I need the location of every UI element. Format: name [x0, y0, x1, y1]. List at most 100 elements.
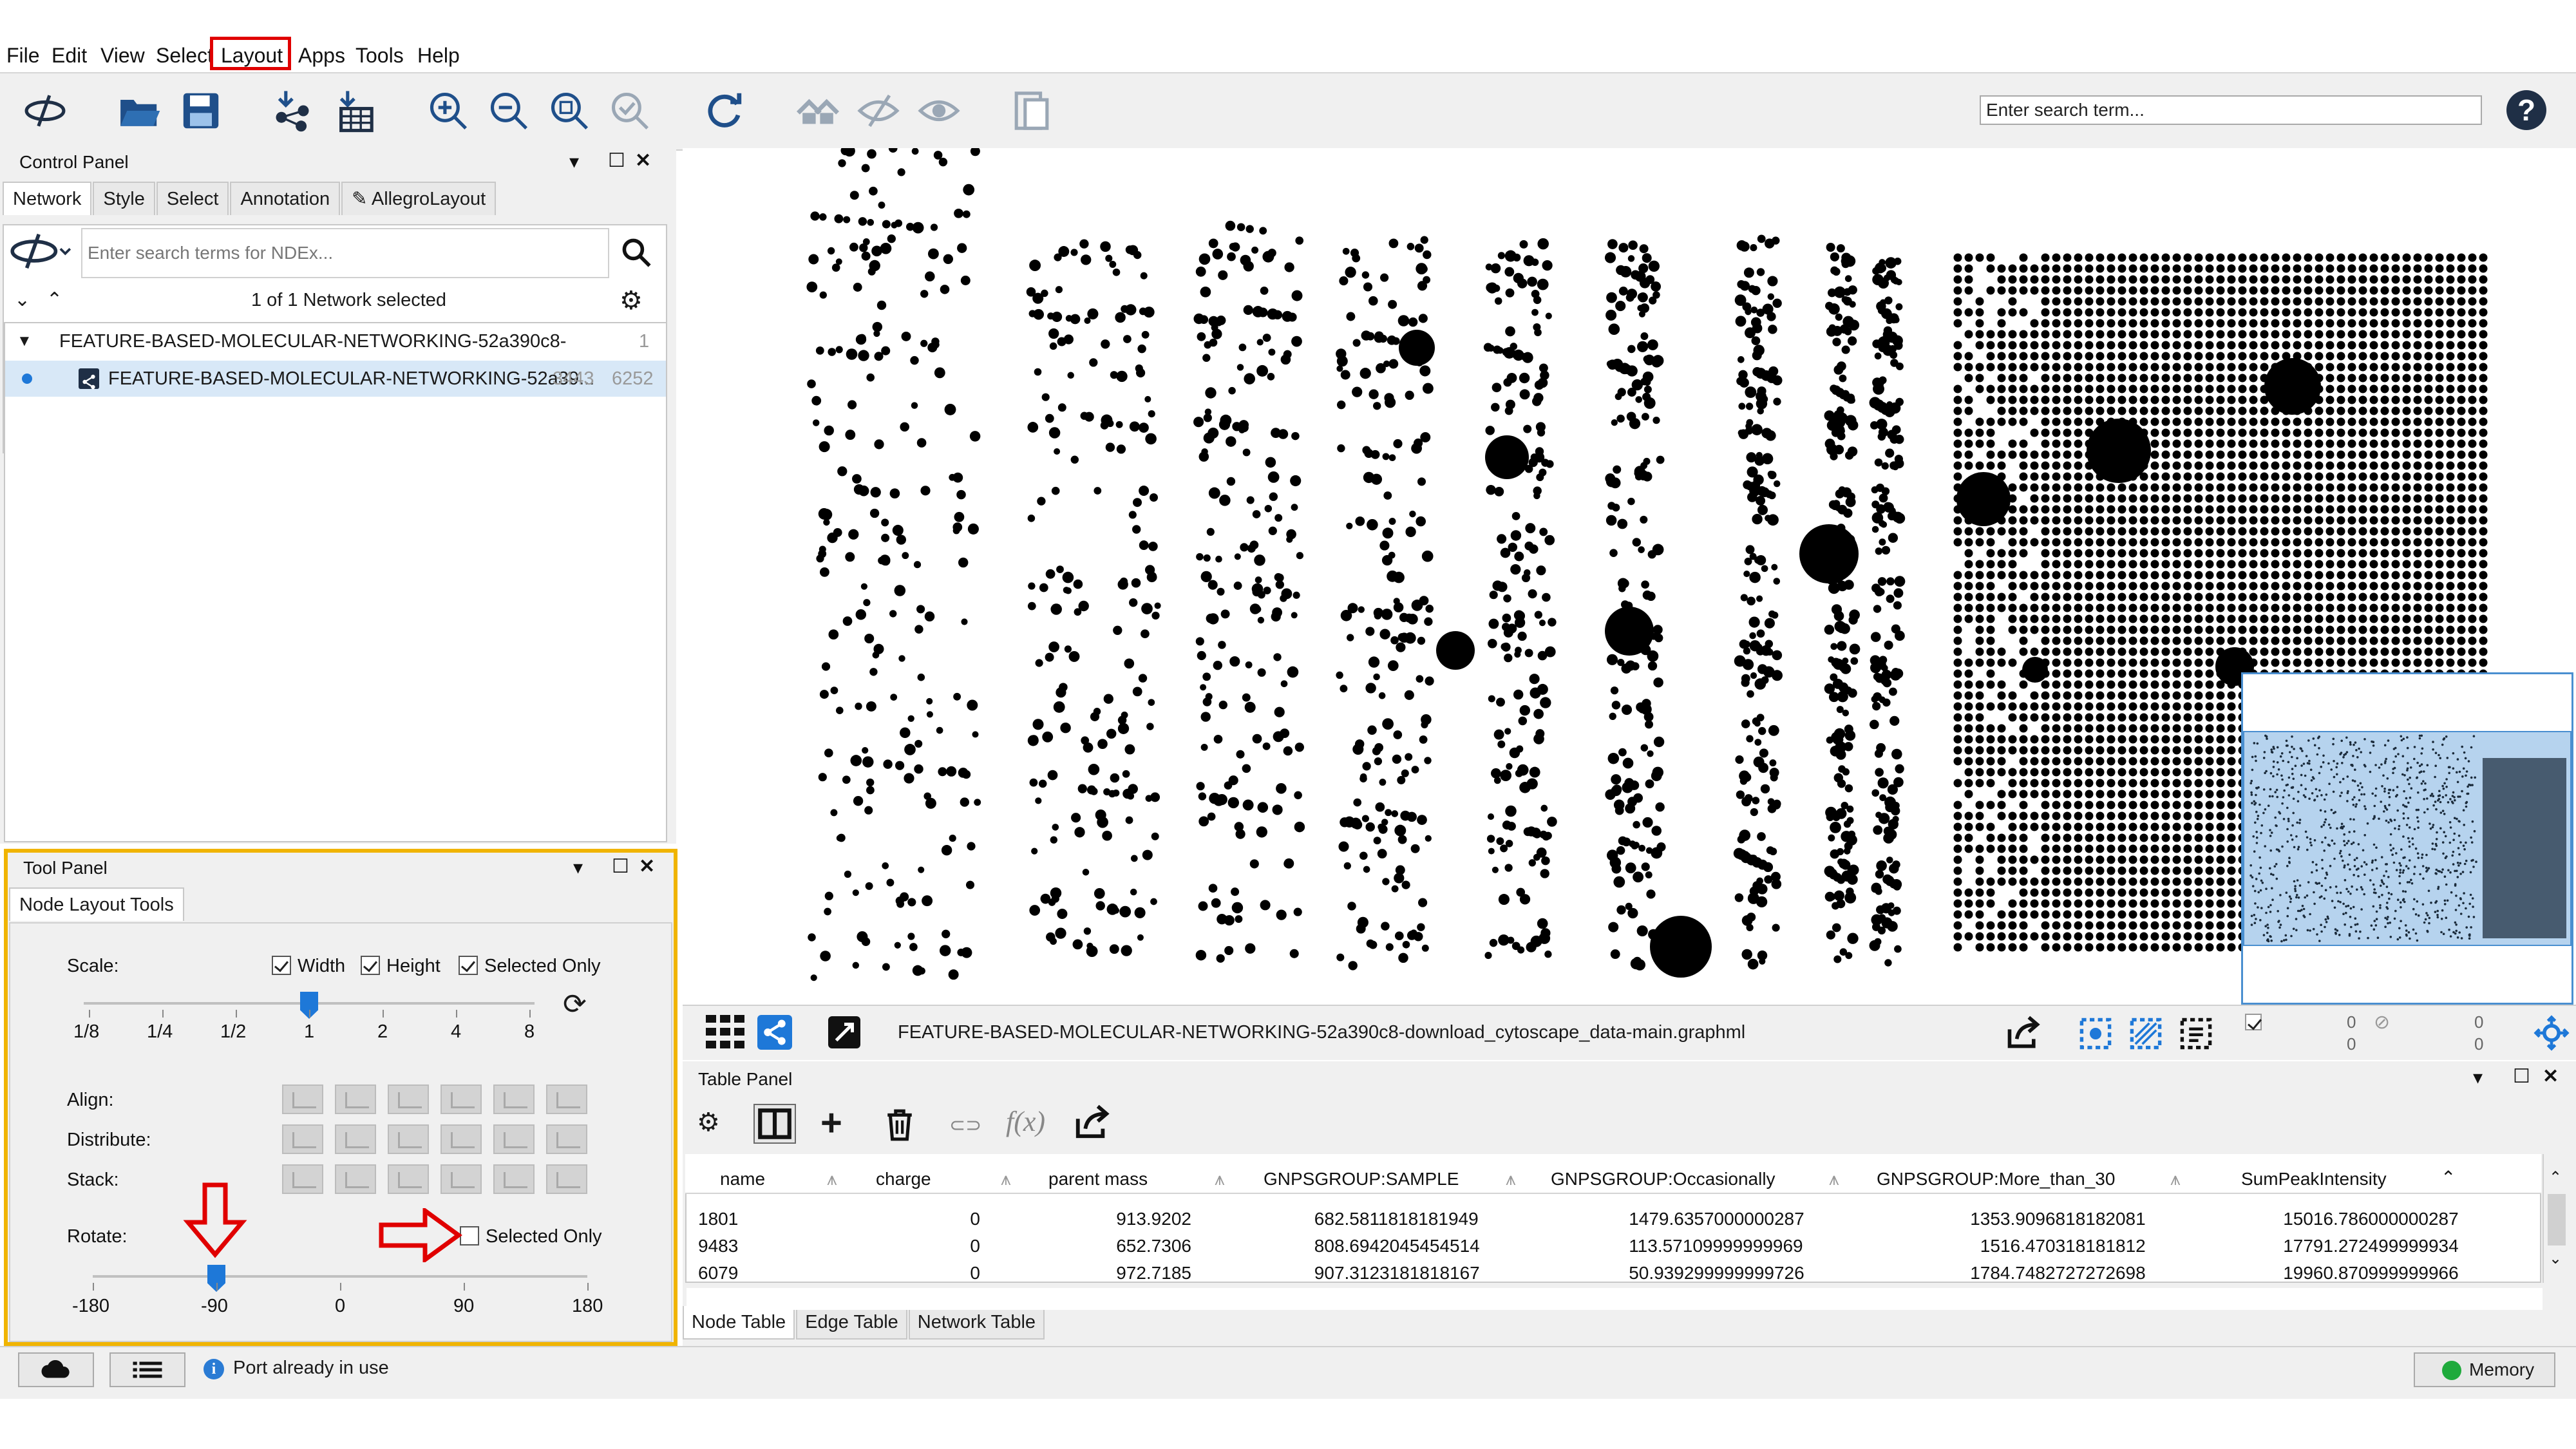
network-node[interactable]: [2063, 822, 2072, 831]
network-node[interactable]: [2271, 417, 2280, 426]
network-node[interactable]: [1975, 691, 1984, 700]
network-node[interactable]: [866, 786, 875, 795]
network-node[interactable]: [2380, 286, 2389, 295]
network-node[interactable]: [2128, 735, 2137, 744]
network-node[interactable]: [2161, 625, 2170, 634]
network-node[interactable]: [2391, 505, 2400, 514]
network-node[interactable]: [1359, 851, 1368, 860]
import-network-icon[interactable]: [269, 88, 316, 134]
network-node[interactable]: [2391, 374, 2400, 383]
network-node[interactable]: [2446, 472, 2455, 481]
network-node[interactable]: [2052, 592, 2061, 601]
network-node[interactable]: [2358, 450, 2367, 459]
network-node[interactable]: [2369, 297, 2378, 306]
network-node[interactable]: [2172, 910, 2181, 919]
network-node[interactable]: [1986, 571, 1995, 580]
network-node[interactable]: [2096, 582, 2105, 591]
network-node[interactable]: [2172, 899, 2181, 908]
network-node[interactable]: [1280, 680, 1288, 688]
network-node[interactable]: [2096, 308, 2105, 317]
network-node[interactable]: [2260, 549, 2269, 558]
network-node[interactable]: [1208, 487, 1220, 499]
network-node[interactable]: [2205, 669, 2214, 678]
network-node[interactable]: [2030, 603, 2039, 612]
network-node[interactable]: [2271, 538, 2280, 547]
network-node[interactable]: [1964, 899, 1973, 908]
network-node[interactable]: [2107, 275, 2116, 284]
network-node[interactable]: [2304, 286, 2313, 295]
network-node[interactable]: [2293, 592, 2302, 601]
network-node[interactable]: [2435, 603, 2444, 612]
network-node[interactable]: [2096, 888, 2105, 897]
network-node[interactable]: [2052, 538, 2061, 547]
network-node[interactable]: [2107, 494, 2116, 503]
network-node[interactable]: [1291, 612, 1298, 619]
network-node[interactable]: [2183, 614, 2192, 623]
network-node[interactable]: [1507, 936, 1515, 944]
network-node[interactable]: [2052, 888, 2061, 897]
network-node[interactable]: [1411, 600, 1423, 611]
network-node[interactable]: [1405, 390, 1414, 400]
network-node[interactable]: [2216, 253, 2225, 262]
network-node[interactable]: [1997, 855, 2006, 864]
network-node[interactable]: [2019, 516, 2028, 525]
network-node[interactable]: [2205, 253, 2214, 262]
hide-icon[interactable]: [855, 88, 902, 134]
network-node[interactable]: [1754, 739, 1762, 746]
network-node[interactable]: [2457, 450, 2466, 459]
network-node[interactable]: [1986, 450, 1995, 459]
network-node[interactable]: [2063, 275, 2072, 284]
network-node[interactable]: [2172, 341, 2181, 350]
network-node[interactable]: [2139, 319, 2148, 328]
network-node[interactable]: [2063, 724, 2072, 733]
network-node[interactable]: [1150, 898, 1157, 905]
network-node[interactable]: [1045, 652, 1054, 662]
network-node[interactable]: [2336, 439, 2345, 448]
network-node[interactable]: [2172, 286, 2181, 295]
network-node[interactable]: [2468, 472, 2477, 481]
network-node[interactable]: [2194, 735, 2203, 744]
network-node[interactable]: [1997, 658, 2006, 667]
network-node[interactable]: [2052, 253, 2061, 262]
network-node[interactable]: [2216, 472, 2225, 481]
network-node[interactable]: [2435, 636, 2444, 645]
network-node[interactable]: [2161, 384, 2170, 393]
network-node[interactable]: [1090, 712, 1100, 721]
network-node[interactable]: [852, 961, 860, 969]
network-node[interactable]: [2139, 264, 2148, 273]
network-node[interactable]: [2139, 910, 2148, 919]
network-node[interactable]: [2227, 286, 2236, 295]
network-node[interactable]: [866, 373, 875, 382]
network-node[interactable]: [2304, 297, 2313, 306]
network-node[interactable]: [1846, 834, 1857, 846]
network-node[interactable]: [2446, 319, 2455, 328]
network-node[interactable]: [1236, 223, 1245, 231]
network-node[interactable]: [2424, 636, 2433, 645]
network-node[interactable]: [912, 222, 924, 234]
network-node[interactable]: [2402, 428, 2411, 437]
network-node[interactable]: [2052, 417, 2061, 426]
network-node[interactable]: [2041, 406, 2050, 415]
network-node[interactable]: [1119, 905, 1132, 918]
menu-help[interactable]: Help: [417, 41, 460, 70]
network-node[interactable]: [2402, 297, 2411, 306]
network-node[interactable]: [907, 898, 916, 907]
network-node[interactable]: [1651, 826, 1662, 836]
network-node[interactable]: [2249, 538, 2258, 547]
network-node[interactable]: [1294, 791, 1302, 800]
network-node[interactable]: [2391, 286, 2400, 295]
network-node[interactable]: [1953, 680, 1962, 689]
network-node[interactable]: [2183, 450, 2192, 459]
network-node[interactable]: [2030, 352, 2039, 361]
network-node[interactable]: [1053, 701, 1065, 713]
network-node[interactable]: [2293, 636, 2302, 645]
network-node[interactable]: [2315, 549, 2324, 558]
network-node[interactable]: [2052, 691, 2061, 700]
network-node[interactable]: [2041, 374, 2050, 383]
network-node[interactable]: [1220, 609, 1230, 619]
network-node[interactable]: [1350, 817, 1361, 829]
network-node[interactable]: [1637, 341, 1649, 352]
network-node[interactable]: [2085, 560, 2094, 569]
network-node[interactable]: [2457, 395, 2466, 404]
network-node[interactable]: [2008, 395, 2017, 404]
